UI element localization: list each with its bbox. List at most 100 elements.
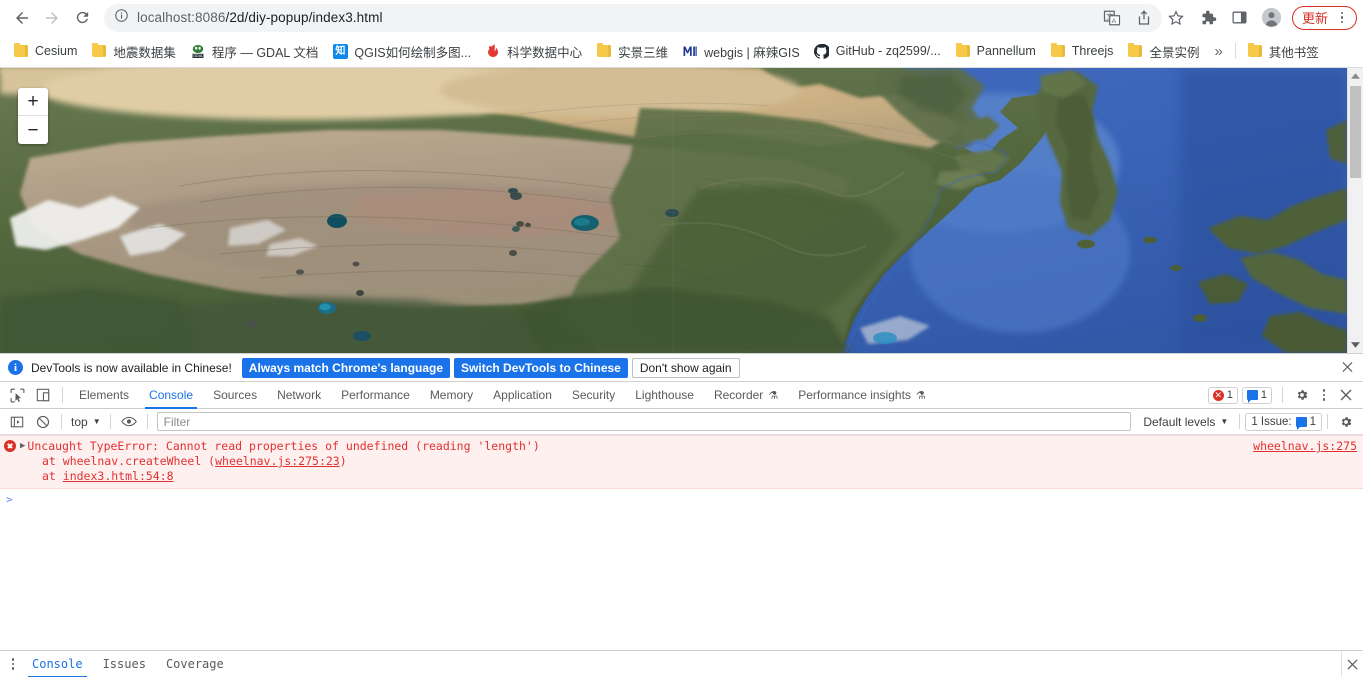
zoom-in-button[interactable]: + bbox=[18, 88, 48, 116]
update-button[interactable]: 更新 bbox=[1291, 5, 1357, 30]
issues-pill[interactable]: 1 Issue: 1 bbox=[1245, 412, 1322, 431]
url-path: /2d/diy-popup/index3.html bbox=[225, 10, 383, 25]
side-panel-icon[interactable] bbox=[1227, 5, 1253, 31]
live-expression-eye-icon[interactable] bbox=[118, 411, 140, 433]
error-count-badge[interactable]: ✕ 1 bbox=[1207, 386, 1238, 404]
console-filter-input[interactable] bbox=[156, 412, 1132, 431]
bookmark-star-icon[interactable] bbox=[1163, 5, 1189, 31]
update-button-label: 更新 bbox=[1301, 11, 1328, 26]
svg-text:A: A bbox=[1112, 17, 1117, 24]
bookmark-label: 实景三维 bbox=[618, 45, 669, 60]
devtools-close-icon[interactable] bbox=[1334, 383, 1358, 407]
back-arrow-icon bbox=[16, 11, 28, 24]
console-error-message[interactable]: ▶ Uncaught TypeError: Cannot read proper… bbox=[0, 435, 1363, 489]
drawer-more-icon[interactable] bbox=[4, 653, 22, 675]
issues-count: 1 bbox=[1309, 415, 1316, 428]
info-icon: i bbox=[8, 360, 23, 375]
scrollbar-up-arrow[interactable] bbox=[1348, 68, 1363, 84]
switch-devtools-to-chinese-button[interactable]: Switch DevTools to Chinese bbox=[454, 357, 628, 378]
devtools-tab-label: Security bbox=[571, 388, 616, 402]
always-match-chrome-language-button[interactable]: Always match Chrome's language bbox=[241, 357, 451, 378]
stack-link[interactable]: wheelnav.js:275:23 bbox=[215, 454, 340, 468]
console-input-prompt[interactable]: > bbox=[0, 489, 1363, 510]
bookmark-item[interactable]: 科学数据中心 bbox=[478, 39, 589, 63]
page-scrollbar[interactable] bbox=[1347, 68, 1363, 353]
drawer-tab-issues[interactable]: Issues bbox=[93, 651, 156, 678]
console-toolbar-divider-5 bbox=[1327, 414, 1328, 429]
drawer-tab-console[interactable]: Console bbox=[22, 651, 93, 677]
zoom-out-button[interactable]: − bbox=[18, 116, 48, 144]
back-button[interactable] bbox=[8, 4, 36, 32]
devtools-tab-label: Console bbox=[149, 388, 194, 402]
browser-menu-kebab-icon[interactable] bbox=[1333, 7, 1351, 29]
devtools-tab-performance-insights[interactable]: Performance insights ⚗ bbox=[788, 382, 936, 409]
devtools-tab-security[interactable]: Security bbox=[562, 382, 625, 409]
address-bar-url: localhost:8086/2d/diy-popup/index3.html bbox=[137, 10, 383, 25]
bookmark-other-bookmarks[interactable]: 其他书签 bbox=[1240, 39, 1326, 63]
devtools-tab-network[interactable]: Network bbox=[267, 382, 331, 409]
devtools-tab-performance[interactable]: Performance bbox=[331, 382, 420, 409]
bookmark-item[interactable]: 知 QGIS如何绘制多图... bbox=[325, 39, 478, 63]
bookmark-item[interactable]: webgis | 麻辣GIS bbox=[675, 39, 807, 63]
folder-icon bbox=[14, 43, 28, 57]
map-container[interactable]: + − bbox=[0, 68, 1347, 353]
bookmark-item[interactable]: GDAL 程序 — GDAL 文档 bbox=[183, 39, 326, 63]
close-icon[interactable] bbox=[1342, 360, 1353, 375]
devtools-tab-application[interactable]: Application bbox=[483, 382, 562, 409]
browser-toolbar: localhost:8086/2d/diy-popup/index3.html … bbox=[0, 0, 1363, 35]
drawer-close-button[interactable] bbox=[1341, 651, 1363, 677]
forward-button[interactable] bbox=[38, 4, 66, 32]
log-levels-label: Default levels bbox=[1143, 414, 1216, 429]
bookmark-item[interactable]: 地震数据集 bbox=[84, 39, 183, 63]
browser-toolbar-actions: 文 A bbox=[1096, 0, 1357, 35]
reload-button[interactable] bbox=[68, 4, 96, 32]
devtools-language-notification: i DevTools is now available in Chinese! … bbox=[0, 353, 1363, 382]
devtools-tab-label: Elements bbox=[79, 388, 130, 402]
issue-bubble-icon bbox=[1295, 416, 1307, 430]
experimental-beaker-icon: ⚗ bbox=[915, 389, 926, 402]
message-count-badge[interactable]: 1 bbox=[1241, 386, 1272, 404]
drawer-tabs-list: Console Issues Coverage bbox=[22, 651, 234, 678]
folder-icon bbox=[955, 43, 970, 57]
devtools-tab-elements[interactable]: Elements bbox=[69, 382, 139, 409]
devtools-tab-console[interactable]: Console bbox=[139, 382, 203, 409]
console-settings-gear-icon[interactable] bbox=[1335, 411, 1357, 433]
devtools-tab-sources[interactable]: Sources bbox=[203, 382, 267, 409]
devtools-tab-recorder[interactable]: Recorder ⚗ bbox=[704, 382, 788, 409]
bookmarks-overflow-button[interactable]: » bbox=[1206, 43, 1230, 60]
site-info-icon[interactable] bbox=[114, 8, 129, 28]
console-source-link[interactable]: wheelnav.js:275 bbox=[1253, 439, 1357, 453]
scrollbar-down-arrow[interactable] bbox=[1348, 337, 1363, 353]
map-zoom-controls: + − bbox=[18, 88, 48, 144]
log-levels-selector[interactable]: Default levels ▼ bbox=[1137, 415, 1234, 429]
devtools-tab-memory[interactable]: Memory bbox=[420, 382, 483, 409]
bookmark-item[interactable]: 实景三维 bbox=[589, 39, 675, 63]
show-console-sidebar-icon[interactable] bbox=[6, 411, 28, 433]
bookmark-item[interactable]: Pannellum bbox=[948, 39, 1043, 63]
context-label: top bbox=[71, 414, 88, 429]
bookmark-item[interactable]: Cesium bbox=[6, 39, 84, 63]
javascript-context-selector[interactable]: top ▼ bbox=[67, 415, 105, 429]
address-bar[interactable]: localhost:8086/2d/diy-popup/index3.html bbox=[104, 3, 1162, 32]
console-error-text: Uncaught TypeError: Cannot read properti… bbox=[27, 439, 540, 453]
bookmark-item[interactable]: GitHub - zq2599/... bbox=[807, 39, 948, 63]
clear-console-icon[interactable] bbox=[32, 411, 54, 433]
bookmark-item[interactable]: Threejs bbox=[1043, 39, 1121, 63]
dont-show-again-button[interactable]: Don't show again bbox=[631, 357, 740, 378]
gear-icon[interactable] bbox=[1290, 383, 1314, 407]
devtools-more-icon[interactable] bbox=[1315, 384, 1333, 406]
translate-icon[interactable]: 文 A bbox=[1099, 5, 1125, 31]
device-toolbar-icon[interactable] bbox=[31, 383, 55, 407]
stack-link[interactable]: index3.html:54:8 bbox=[63, 469, 174, 483]
devtools-tab-lighthouse[interactable]: Lighthouse bbox=[625, 382, 704, 409]
extensions-puzzle-icon[interactable] bbox=[1195, 5, 1221, 31]
profile-avatar[interactable] bbox=[1259, 5, 1285, 31]
inspect-element-icon[interactable] bbox=[5, 383, 29, 407]
chevron-down-icon: ▼ bbox=[1220, 417, 1229, 426]
error-dot-icon: ✕ bbox=[1212, 389, 1224, 401]
drawer-tab-coverage[interactable]: Coverage bbox=[156, 651, 234, 678]
scrollbar-thumb[interactable] bbox=[1350, 86, 1361, 178]
bookmark-item[interactable]: 全景实例 bbox=[1120, 39, 1206, 63]
expand-caret-icon[interactable]: ▶ bbox=[20, 441, 25, 451]
share-icon[interactable] bbox=[1131, 5, 1157, 31]
